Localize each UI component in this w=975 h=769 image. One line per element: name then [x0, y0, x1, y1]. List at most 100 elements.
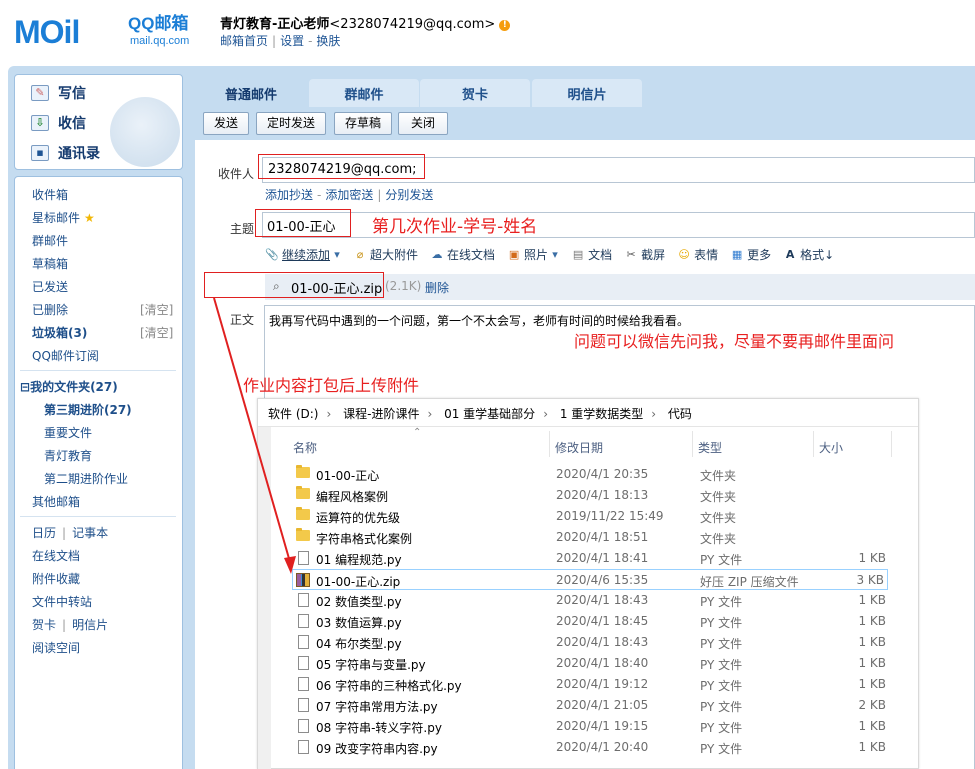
add-bcc-link[interactable]: 添加密送	[325, 188, 373, 202]
close-button[interactable]: 关闭	[398, 112, 448, 135]
link-settings[interactable]: 设置	[280, 34, 304, 48]
sidebar-folder-phase3[interactable]: 第三期进阶(27)	[44, 401, 132, 418]
column-type[interactable]: 类型	[698, 439, 722, 456]
sidebar-item-group-mail[interactable]: 群邮件	[32, 232, 68, 249]
sidebar-item-inbox[interactable]: 收件箱	[32, 186, 68, 203]
dropdown-arrow-icon[interactable]: ▾	[333, 248, 341, 262]
breadcrumb-item[interactable]: 1 重学数据类型	[560, 407, 643, 421]
sidebar-item-drafts[interactable]: 草稿箱	[32, 255, 68, 272]
file-type: PY 文件	[700, 595, 743, 609]
send-button[interactable]: 发送	[203, 112, 249, 135]
annotation-box-attachment	[204, 272, 384, 298]
file-row[interactable]: 05 字符串与变量.py 2020/4/1 18:40 PY 文件 1 KB	[293, 653, 889, 674]
document-button[interactable]: ▤ 文档	[571, 246, 612, 263]
more-button[interactable]: ▦ 更多	[730, 246, 771, 263]
column-name[interactable]: 名称	[293, 439, 317, 456]
separate-send-link[interactable]: 分别发送	[385, 188, 433, 202]
column-size[interactable]: 大小	[819, 439, 843, 456]
file-row[interactable]: 02 数值类型.py 2020/4/1 18:43 PY 文件 1 KB	[293, 590, 889, 611]
large-attachment-button[interactable]: ⌀ 超大附件	[353, 246, 418, 263]
calendar-link[interactable]: 日历	[32, 526, 56, 540]
sidebar-my-folders[interactable]: ⊟我的文件夹(27)	[20, 378, 118, 395]
dropdown-arrow-icon[interactable]: ▾	[551, 248, 559, 262]
annotation-subject-format: 第几次作业-学号-姓名	[372, 217, 538, 237]
file-row[interactable]: 09 改变字符串内容.py 2020/4/1 20:40 PY 文件 1 KB	[293, 737, 889, 758]
receive-button[interactable]: ⇩ 收信	[31, 113, 86, 133]
sidebar-reading-space[interactable]: 阅读空间	[32, 639, 80, 656]
file-row[interactable]: 08 字符串-转义字符.py 2020/4/1 19:15 PY 文件 1 KB	[293, 716, 889, 737]
sidebar-folder-phase2[interactable]: 第二期进阶作业	[44, 470, 128, 487]
clear-deleted-link[interactable]: [清空]	[140, 301, 173, 318]
file-date: 2020/4/6 15:35	[556, 573, 649, 587]
to-label: 收件人	[218, 167, 255, 181]
link-skin[interactable]: 换肤	[316, 34, 340, 48]
sidebar-file-transfer[interactable]: 文件中转站	[32, 593, 92, 610]
notes-link[interactable]: 记事本	[72, 526, 108, 540]
breadcrumb-item[interactable]: 课程-进阶课件	[343, 407, 419, 421]
sidebar-folder-important[interactable]: 重要文件	[44, 424, 92, 441]
qqmail-logo[interactable]: MOil	[14, 12, 124, 52]
file-name: 运算符的优先级	[316, 511, 401, 525]
breadcrumb-item[interactable]: 代码	[668, 407, 692, 421]
clear-spam-link[interactable]: [清空]	[140, 324, 173, 341]
file-size: 1 KB	[858, 740, 886, 754]
font-format-icon: A	[785, 247, 795, 261]
sidebar-item-subscriptions[interactable]: QQ邮件订阅	[32, 347, 99, 364]
scrollbar[interactable]	[258, 427, 271, 769]
folder-row[interactable]: 运算符的优先级 2019/11/22 15:49 文件夹	[293, 506, 889, 527]
warning-icon[interactable]: !	[499, 20, 511, 31]
attachment-toolbar: 📎 继续添加 ▾ ⌀ 超大附件 ☁ 在线文档 ▣ 照片 ▾ ▤ 文档 ✂ 截屏 ☺ 表情 ▦ 更多 …	[265, 246, 834, 263]
file-name: 编程风格案例	[316, 490, 389, 504]
add-attachment-button[interactable]: 📎 继续添加 ▾	[265, 246, 341, 263]
add-cc-link[interactable]: 添加抄送	[265, 188, 313, 202]
file-row[interactable]: 03 数值运算.py 2020/4/1 18:45 PY 文件 1 KB	[293, 611, 889, 632]
format-button[interactable]: A 格式↓	[783, 246, 834, 263]
sidebar-online-docs[interactable]: 在线文档	[32, 547, 80, 564]
sidebar-item-starred[interactable]: 星标邮件 ★	[32, 209, 95, 226]
collapse-icon[interactable]: ⊟	[20, 380, 30, 394]
tab-postcard[interactable]: 明信片	[532, 79, 642, 107]
contacts-button[interactable]: ▪ 通讯录	[31, 143, 100, 163]
postcard-link[interactable]: 明信片	[72, 618, 108, 632]
breadcrumb[interactable]: 软件 (D:) › 课程-进阶课件 › 01 重学基础部分 › 1 重学数据类型 › 代…	[258, 399, 918, 427]
emoji-button[interactable]: ☺ 表情	[677, 246, 718, 263]
folder-row[interactable]: 编程风格案例 2020/4/1 18:13 文件夹	[293, 485, 889, 506]
tab-group-mail[interactable]: 群邮件	[309, 79, 419, 107]
online-doc-button[interactable]: ☁ 在线文档	[430, 246, 496, 263]
link-mail-home[interactable]: 邮箱首页	[220, 34, 268, 48]
timed-send-button[interactable]: 定时发送	[256, 112, 326, 135]
file-size: 1 KB	[858, 677, 886, 691]
screenshot-button[interactable]: ✂ 截屏	[624, 246, 665, 263]
folder-row[interactable]: 字符串格式化案例 2020/4/1 18:51 文件夹	[293, 527, 889, 548]
breadcrumb-item[interactable]: 01 重学基础部分	[444, 407, 535, 421]
tab-normal-mail[interactable]: 普通邮件	[196, 79, 306, 107]
write-button[interactable]: ✎ 写信	[31, 83, 86, 103]
annotation-question-note: 问题可以微信先问我，尽量不要再邮件里面问	[574, 332, 895, 351]
file-row[interactable]: 01-00-正心.zip 2020/4/6 15:35 好压 ZIP 压缩文件 3 K…	[292, 569, 888, 590]
column-date[interactable]: 修改日期	[555, 439, 603, 456]
tab-greeting-card[interactable]: 贺卡	[420, 79, 530, 107]
file-row[interactable]: 04 布尔类型.py 2020/4/1 18:43 PY 文件 1 KB	[293, 632, 889, 653]
sidebar-folder-qingdeng[interactable]: 青灯教育	[44, 447, 92, 464]
folder-row[interactable]: 01-00-正心 2020/4/1 20:35 文件夹	[293, 464, 889, 485]
divider	[549, 431, 550, 457]
file-size: 1 KB	[858, 593, 886, 607]
sidebar-item-sent[interactable]: 已发送	[32, 278, 68, 295]
sidebar-attachment-fav[interactable]: 附件收藏	[32, 570, 80, 587]
breadcrumb-item[interactable]: 软件 (D:)	[268, 407, 318, 421]
file-row[interactable]: 01 编程规范.py 2020/4/1 18:41 PY 文件 1 KB	[293, 548, 889, 569]
file-name: 01-00-正心.zip	[316, 575, 401, 589]
subject-field[interactable]	[262, 212, 975, 238]
attachment-delete-link[interactable]: 删除	[425, 279, 449, 296]
sidebar-item-deleted[interactable]: 已删除 [清空]	[32, 301, 173, 318]
document-icon: ▤	[572, 247, 584, 261]
greeting-card-link[interactable]: 贺卡	[32, 618, 56, 632]
save-draft-button[interactable]: 存草稿	[334, 112, 392, 135]
file-row[interactable]: 06 字符串的三种格式化.py 2020/4/1 19:12 PY 文件 1 KB	[293, 674, 889, 695]
file-type: PY 文件	[700, 553, 743, 567]
sidebar-item-other-mail[interactable]: 其他邮箱	[32, 493, 80, 510]
file-row[interactable]: 07 字符串常用方法.py 2020/4/1 21:05 PY 文件 2 KB	[293, 695, 889, 716]
file-date: 2019/11/22 15:49	[556, 509, 664, 523]
photo-button[interactable]: ▣ 照片 ▾	[507, 246, 559, 263]
sidebar-item-spam[interactable]: 垃圾箱(3) [清空]	[32, 324, 173, 341]
